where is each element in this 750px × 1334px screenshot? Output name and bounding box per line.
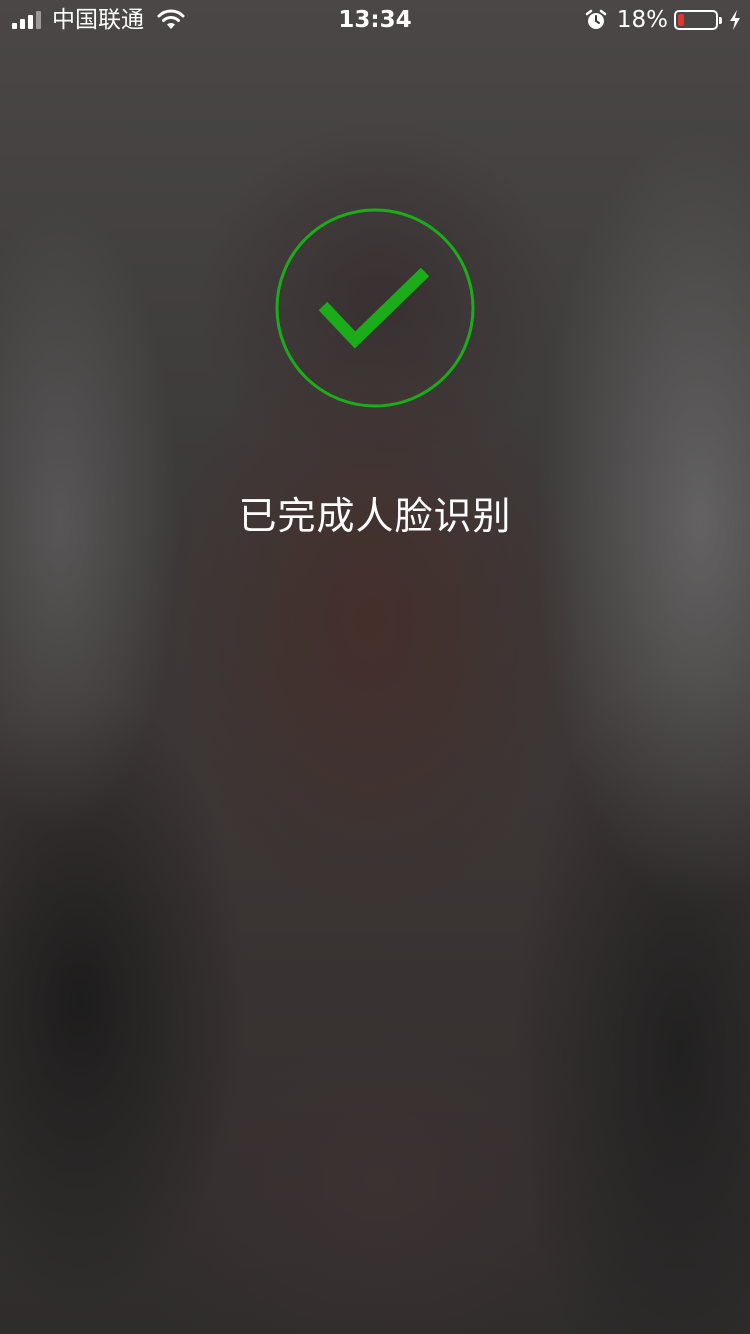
battery-percent: 18% (616, 7, 668, 33)
alarm-icon (585, 9, 607, 29)
recognition-complete-message: 已完成人脸识别 (238, 494, 512, 538)
battery-level-fill (678, 14, 684, 26)
status-bar-right: 18% (585, 6, 742, 34)
charging-icon (730, 10, 740, 30)
camera-preview-background (0, 0, 750, 1334)
status-bar: 中国联通 13:34 18% (0, 0, 750, 40)
battery-icon (674, 10, 722, 30)
success-check-icon (275, 208, 475, 408)
